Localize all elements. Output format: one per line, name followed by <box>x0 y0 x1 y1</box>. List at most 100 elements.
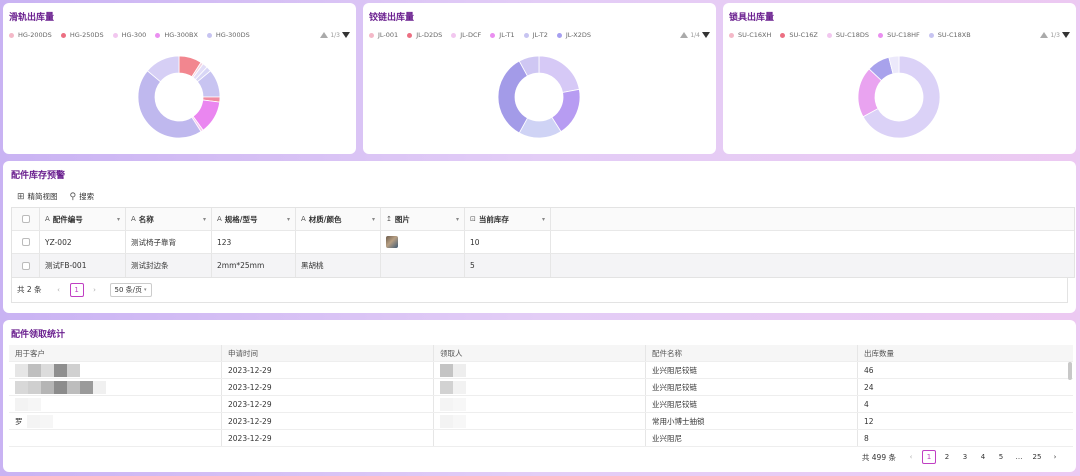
sort-caret-icon[interactable]: ▾ <box>372 216 375 223</box>
vertical-scrollbar[interactable] <box>1068 362 1072 380</box>
cell-quantity[interactable]: 24 <box>858 379 1073 395</box>
column-header-customer[interactable]: 用于客户 <box>9 345 222 361</box>
table-row[interactable]: 罗 2023-12-29 常用小博士抽锁 12 <box>9 413 1073 430</box>
legend-item[interactable]: JL-001 <box>369 31 398 39</box>
cell-date[interactable]: 2023-12-29 <box>222 430 434 446</box>
legend-item[interactable]: JL-T2 <box>523 31 548 39</box>
column-header-part-name[interactable]: 配件名称 <box>646 345 858 361</box>
page-button[interactable]: 25 <box>1030 450 1044 464</box>
cell-spec[interactable]: 123 <box>212 231 296 253</box>
next-page-icon[interactable]: › <box>1048 450 1062 464</box>
column-header-apply-time[interactable]: 申请时间 <box>222 345 434 361</box>
page-button[interactable]: 1 <box>922 450 936 464</box>
cell-part-name[interactable]: 业兴阻尼铰链 <box>646 379 858 395</box>
cell-stock[interactable]: 10 <box>465 231 551 253</box>
page-button[interactable]: 4 <box>976 450 990 464</box>
cell-spec[interactable]: 2mm*25mm <box>212 254 296 277</box>
cell-name[interactable]: 测试封边条 <box>126 254 212 277</box>
cell-stock[interactable]: 5 <box>465 254 551 277</box>
legend-next-icon[interactable] <box>342 32 350 38</box>
cell-part-name[interactable]: 常用小博士抽锁 <box>646 413 858 429</box>
row-checkbox[interactable] <box>21 238 30 246</box>
legend-next-icon[interactable] <box>1062 32 1070 38</box>
legend-item[interactable]: HG-300 <box>112 31 146 39</box>
sort-caret-icon[interactable]: ▾ <box>456 216 459 223</box>
legend-item[interactable]: SU-C18DS <box>826 31 869 39</box>
legend-item[interactable]: JL-X2DS <box>556 31 591 39</box>
column-header-material[interactable]: A 材质/颜色 ▾ <box>296 208 381 230</box>
donut-chart[interactable] <box>489 47 589 147</box>
cell-code[interactable]: YZ-002 <box>40 231 126 253</box>
cell-receiver[interactable] <box>434 430 646 446</box>
prev-page-icon[interactable]: ‹ <box>904 450 918 464</box>
cell-material[interactable] <box>296 231 381 253</box>
cell-code[interactable]: 测试FB-001 <box>40 254 126 277</box>
legend-item[interactable]: JL-T1 <box>490 31 515 39</box>
legend-prev-icon[interactable] <box>1040 32 1049 38</box>
cell-quantity[interactable]: 8 <box>858 430 1073 446</box>
legend-item[interactable]: JL-D2DS <box>407 31 442 39</box>
page-button[interactable]: 3 <box>958 450 972 464</box>
legend-prev-icon[interactable] <box>320 32 329 38</box>
part-thumbnail[interactable] <box>386 236 398 248</box>
legend-item[interactable]: SU-C16Z <box>780 31 818 39</box>
page-size-select[interactable]: 50 条/页 ▾ <box>109 282 152 297</box>
cell-date[interactable]: 2023-12-29 <box>222 379 434 395</box>
legend-item[interactable]: HG-300BX <box>155 31 198 39</box>
sort-caret-icon[interactable]: ▾ <box>287 216 290 223</box>
compact-view-button[interactable]: ⊞ 精简视图 <box>17 191 58 202</box>
cell-part-name[interactable]: 业兴阻尼铰链 <box>646 396 858 412</box>
cell-customer[interactable] <box>9 362 222 378</box>
cell-date[interactable]: 2023-12-29 <box>222 362 434 378</box>
legend-item[interactable]: HG-300DS <box>206 31 250 39</box>
cell-image[interactable] <box>381 231 465 253</box>
table-row[interactable]: YZ-002 测试椅子靠背 123 10 <box>12 231 1074 254</box>
cell-part-name[interactable]: 业兴阻尼 <box>646 430 858 446</box>
sort-caret-icon[interactable]: ▾ <box>542 216 545 223</box>
legend-item[interactable]: JL-DCF <box>451 31 481 39</box>
cell-quantity[interactable]: 4 <box>858 396 1073 412</box>
legend-item[interactable]: SU-C18HF <box>878 31 920 39</box>
prev-page-icon[interactable]: ‹ <box>52 283 66 297</box>
cell-customer[interactable] <box>9 396 222 412</box>
cell-date[interactable]: 2023-12-29 <box>222 413 434 429</box>
select-all-checkbox[interactable] <box>21 215 30 223</box>
row-checkbox[interactable] <box>21 261 30 270</box>
page-button-current[interactable]: 1 <box>69 282 84 297</box>
legend-item[interactable]: SU-C18XB <box>928 31 971 39</box>
column-header-quantity[interactable]: 出库数量 <box>858 345 1073 361</box>
cell-customer[interactable] <box>9 430 222 446</box>
cell-part-name[interactable]: 业兴阻尼铰链 <box>646 362 858 378</box>
column-header-spec[interactable]: A 规格/型号 ▾ <box>212 208 296 230</box>
table-row[interactable]: 2023-12-29 业兴阻尼铰链 24 <box>9 379 1073 396</box>
column-header-receiver[interactable]: 领取人 <box>434 345 646 361</box>
sort-caret-icon[interactable]: ▾ <box>203 216 206 223</box>
legend-next-icon[interactable] <box>702 32 710 38</box>
donut-chart[interactable] <box>129 47 229 147</box>
cell-quantity[interactable]: 46 <box>858 362 1073 378</box>
donut-slice[interactable] <box>137 70 202 139</box>
cell-date[interactable]: 2023-12-29 <box>222 396 434 412</box>
table-row[interactable]: 2023-12-29 业兴阻尼铰链 4 <box>9 396 1073 413</box>
cell-receiver[interactable] <box>434 362 646 378</box>
table-row[interactable]: 2023-12-29 业兴阻尼铰链 46 <box>9 362 1073 379</box>
cell-receiver[interactable] <box>434 396 646 412</box>
cell-image[interactable] <box>381 254 465 277</box>
cell-customer[interactable] <box>9 379 222 395</box>
legend-prev-icon[interactable] <box>680 32 689 38</box>
search-button[interactable]: ⚲ 搜索 <box>70 191 95 202</box>
donut-chart[interactable] <box>849 47 949 147</box>
column-header-code[interactable]: A 配件编号 ▾ <box>40 208 126 230</box>
column-header-image[interactable]: ↥ 图片 ▾ <box>381 208 465 230</box>
table-row[interactable]: 测试FB-001 测试封边条 2mm*25mm 黑胡桃 5 <box>12 254 1074 277</box>
cell-name[interactable]: 测试椅子靠背 <box>126 231 212 253</box>
cell-material[interactable]: 黑胡桃 <box>296 254 381 277</box>
cell-receiver[interactable] <box>434 413 646 429</box>
donut-slice[interactable] <box>497 60 528 134</box>
cell-customer[interactable]: 罗 <box>9 413 222 429</box>
legend-item[interactable]: HG-250DS <box>60 31 104 39</box>
legend-item[interactable]: SU-C16XH <box>729 31 771 39</box>
next-page-icon[interactable]: › <box>88 283 102 297</box>
column-header-stock[interactable]: ⊡ 当前库存 ▾ <box>465 208 551 230</box>
page-button[interactable]: 2 <box>940 450 954 464</box>
